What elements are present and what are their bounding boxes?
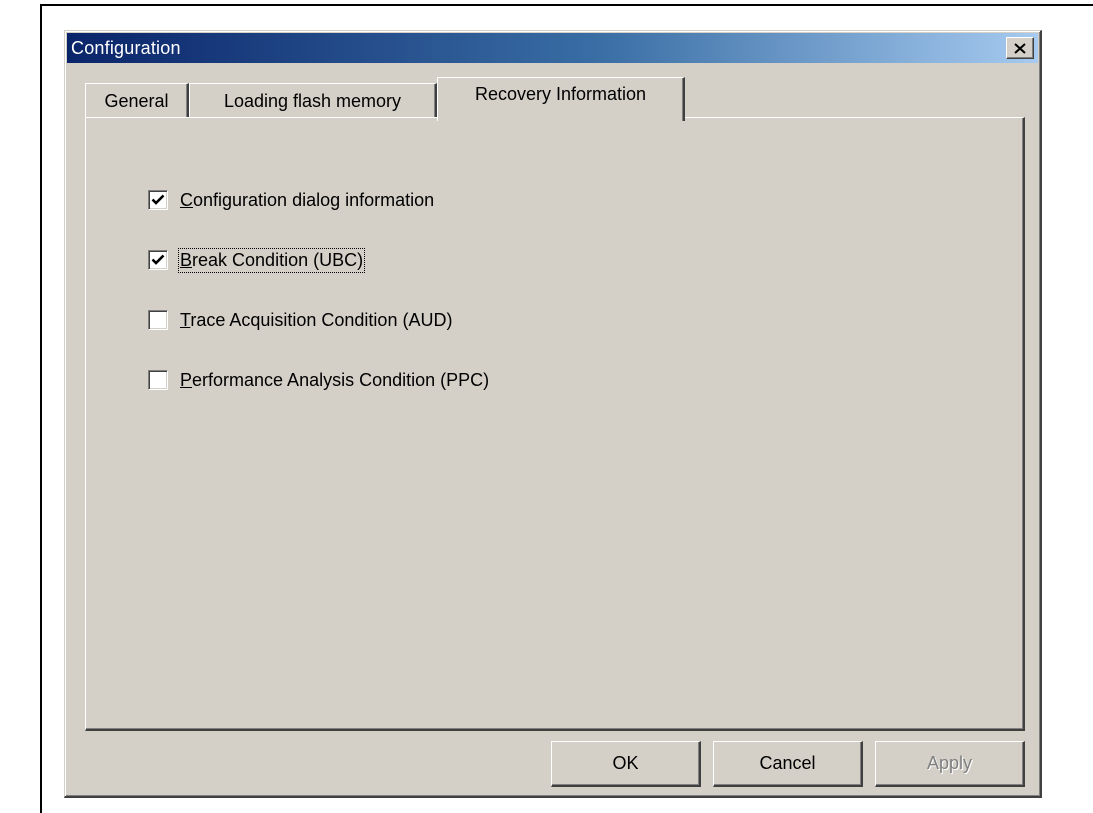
option-performance-analysis-condition-ppc[interactable]: Performance Analysis Condition (PPC) bbox=[148, 368, 489, 392]
tab-general[interactable]: General bbox=[85, 83, 189, 119]
checkbox-trace-acquisition-condition-aud[interactable] bbox=[148, 310, 168, 330]
checkbox-performance-analysis-condition-ppc[interactable] bbox=[148, 370, 168, 390]
document-frame-top bbox=[40, 4, 1093, 6]
option-label: Trace Acquisition Condition (AUD) bbox=[180, 310, 452, 331]
option-label-rest: race Acquisition Condition (AUD) bbox=[190, 309, 453, 330]
option-label: Break Condition (UBC) bbox=[177, 247, 366, 273]
option-label-rest: erformance Analysis Condition (PPC) bbox=[192, 369, 490, 390]
option-label-rest: onfiguration dialog information bbox=[193, 189, 435, 210]
option-label: Performance Analysis Condition (PPC) bbox=[180, 370, 489, 391]
mnemonic-letter: T bbox=[180, 309, 191, 330]
checkbox-configuration-dialog-information[interactable] bbox=[148, 190, 168, 210]
checkmark-icon bbox=[151, 194, 165, 205]
option-label-rest: reak Condition (UBC) bbox=[192, 249, 364, 270]
tab-loading-flash-memory[interactable]: Loading flash memory bbox=[189, 83, 437, 119]
checkmark-icon bbox=[151, 254, 165, 265]
mnemonic-letter: B bbox=[180, 249, 193, 270]
ok-button[interactable]: OK bbox=[551, 741, 701, 787]
tab-loading-flash-memory-label: Loading flash memory bbox=[223, 91, 402, 111]
close-button[interactable] bbox=[1006, 37, 1034, 59]
recovery-information-panel: Configuration dialog information Break C… bbox=[85, 117, 1025, 731]
document-frame-left bbox=[40, 4, 42, 813]
title-bar[interactable]: Configuration bbox=[67, 33, 1038, 63]
cancel-button[interactable]: Cancel bbox=[713, 741, 863, 787]
tab-recovery-information-label: Recovery Information bbox=[474, 84, 647, 104]
option-label: Configuration dialog information bbox=[180, 190, 434, 211]
option-trace-acquisition-condition-aud[interactable]: Trace Acquisition Condition (AUD) bbox=[148, 308, 452, 332]
checkbox-break-condition-ubc[interactable] bbox=[148, 250, 168, 270]
window-title: Configuration bbox=[71, 38, 181, 58]
close-icon bbox=[1014, 42, 1026, 54]
option-break-condition-ubc[interactable]: Break Condition (UBC) bbox=[148, 247, 366, 273]
mnemonic-letter: P bbox=[180, 369, 193, 390]
mnemonic-letter: C bbox=[180, 189, 193, 210]
configuration-dialog: Configuration General Loading flash memo… bbox=[64, 30, 1042, 798]
tab-recovery-information[interactable]: Recovery Information bbox=[437, 77, 685, 121]
option-configuration-dialog-information[interactable]: Configuration dialog information bbox=[148, 188, 434, 212]
apply-button[interactable]: Apply bbox=[875, 741, 1025, 787]
tab-general-label: General bbox=[104, 91, 169, 111]
